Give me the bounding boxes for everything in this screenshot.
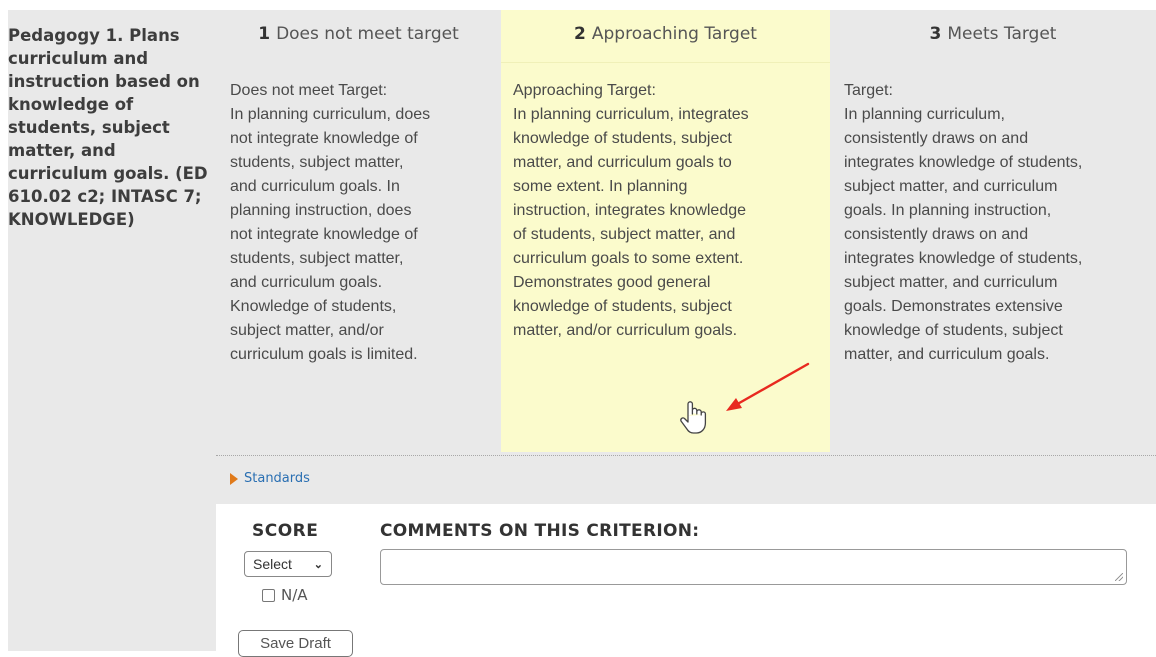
level-cell-1[interactable]: 1 Does not meet target Does not meet Targ… <box>216 10 501 452</box>
score-select-value: Select <box>253 556 292 572</box>
level-label: Meets Target <box>947 24 1057 44</box>
header-divider <box>501 62 830 63</box>
resize-grip-icon[interactable] <box>1115 573 1123 581</box>
standards-label: Standards <box>244 471 310 486</box>
annotation-arrow-icon <box>726 362 810 411</box>
level-header-2: 2 Approaching Target <box>501 24 830 44</box>
level-header-3: 3 Meets Target <box>830 24 1156 44</box>
level-description-2: Approaching Target: In planning curricul… <box>513 82 749 339</box>
level-cell-3[interactable]: 3 Meets Target Target: In planning curric… <box>830 10 1156 452</box>
score-select[interactable]: Select ⌄ <box>244 551 332 577</box>
hand-cursor-icon <box>680 401 707 434</box>
comments-label: COMMENTS ON THIS CRITERION: <box>380 521 700 541</box>
chevron-down-icon: ⌄ <box>313 558 323 571</box>
standards-toggle[interactable]: Standards <box>230 471 310 486</box>
level-label: Does not meet target <box>276 24 459 44</box>
score-panel: SCORE Select ⌄ N/A Save Draft COMMENTS O… <box>216 504 1156 657</box>
save-draft-button[interactable]: Save Draft <box>238 630 353 657</box>
score-label: SCORE <box>252 521 319 541</box>
na-checkbox[interactable] <box>262 588 275 602</box>
na-label: N/A <box>281 586 308 604</box>
level-number: 2 <box>574 24 586 44</box>
na-option[interactable]: N/A <box>262 586 308 604</box>
level-header-1: 1 Does not meet target <box>216 24 501 44</box>
criterion-title: Pedagogy 1. Plans curriculum and instruc… <box>8 26 208 229</box>
level-description-1: Does not meet Target: In planning curric… <box>230 82 431 363</box>
comments-textarea[interactable] <box>380 549 1127 585</box>
level-number: 3 <box>929 24 942 44</box>
level-description-3: Target: In planning curriculum, consiste… <box>844 82 1083 363</box>
triangle-right-icon <box>230 472 238 485</box>
level-number: 1 <box>258 24 271 44</box>
level-label: Approaching Target <box>591 24 757 44</box>
section-divider <box>216 455 1156 456</box>
rubric-criterion-row: Pedagogy 1. Plans curriculum and instruc… <box>8 10 1156 657</box>
